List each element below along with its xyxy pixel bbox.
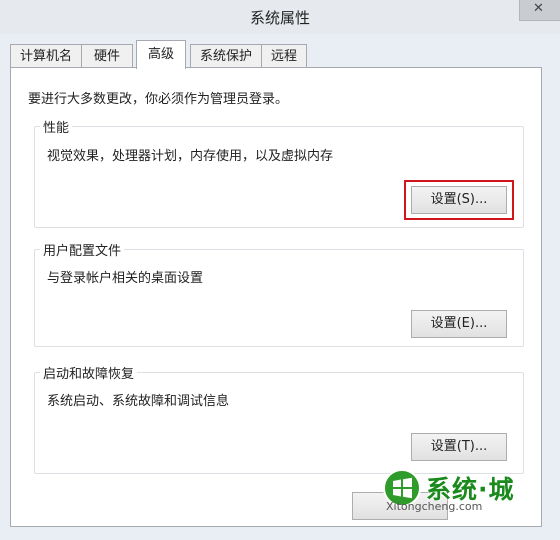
close-button[interactable] [519,0,560,21]
user-profiles-description: 与登录帐户相关的桌面设置 [47,271,204,286]
tab-advanced[interactable]: 高级 [136,40,186,69]
startup-recovery-description: 系统启动、系统故障和调试信息 [47,394,230,409]
tab-hardware[interactable]: 硬件 [81,44,133,68]
performance-settings-button[interactable]: 设置(S)... [411,186,507,214]
tab-remote[interactable]: 远程 [261,44,307,68]
watermark: 系统·城 Xitongcheng.com [382,468,532,516]
user-profiles-settings-button[interactable]: 设置(E)... [411,310,507,338]
watermark-url: Xitongcheng.com [386,500,483,513]
title-bar: 系统属性 [0,0,560,34]
admin-notice: 要进行大多数更改，你必须作为管理员登录。 [28,92,289,107]
performance-title: 性能 [40,117,73,136]
user-profiles-title: 用户配置文件 [40,240,125,259]
startup-recovery-settings-button[interactable]: 设置(T)... [411,433,507,461]
performance-description: 视觉效果，处理器计划，内存使用，以及虚拟内存 [47,149,334,164]
tab-strip: 计算机名 硬件 高级 系统保护 远程 [10,40,550,69]
tab-computer-name[interactable]: 计算机名 [10,44,82,68]
window-title: 系统属性 [249,9,310,27]
startup-recovery-title: 启动和故障恢复 [40,363,138,382]
tab-system-protection[interactable]: 系统保护 [190,44,262,68]
